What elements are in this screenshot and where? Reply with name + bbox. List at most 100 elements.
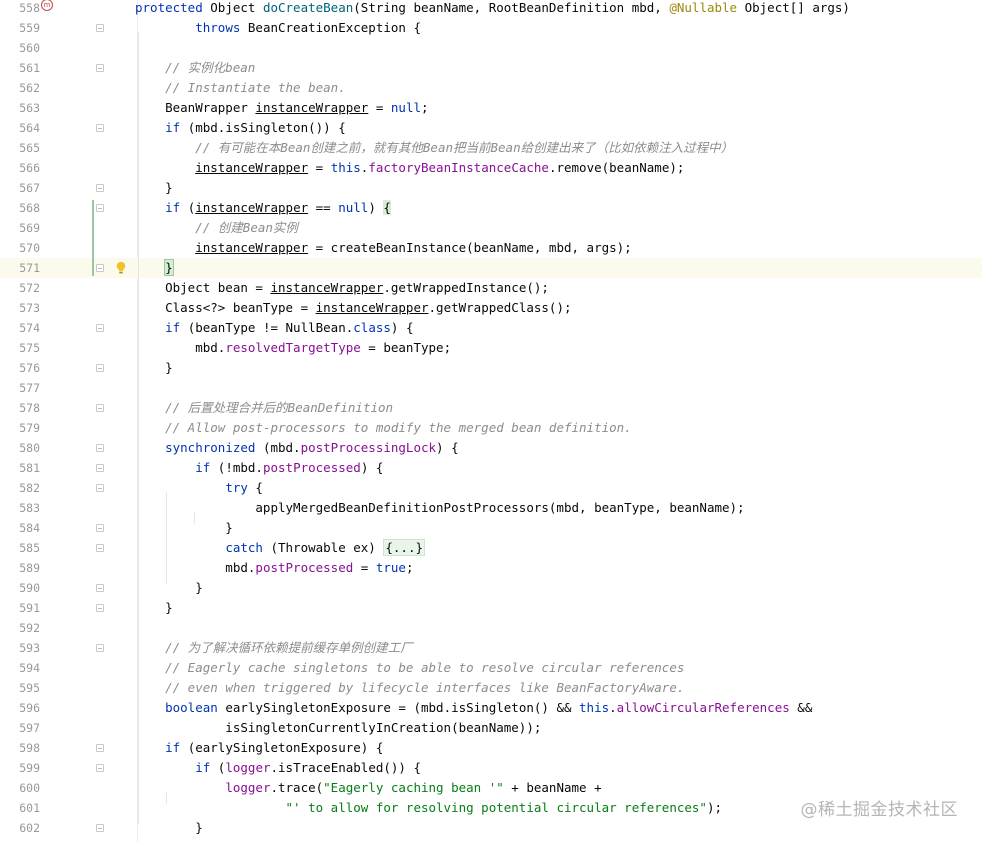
line-number[interactable]: 563	[0, 98, 40, 118]
code-text[interactable]: catch (Throwable ex) {...}	[135, 538, 426, 558]
line-number[interactable]: 574	[0, 318, 40, 338]
code-text[interactable]: }	[135, 518, 233, 538]
code-text[interactable]: if (beanType != NullBean.class) {	[135, 318, 413, 338]
code-text[interactable]: }	[135, 358, 173, 378]
override-method-icon[interactable]: m	[41, 0, 53, 11]
code-line[interactable]: 560	[0, 38, 982, 58]
code-text[interactable]: if (earlySingletonExposure) {	[135, 738, 383, 758]
code-line[interactable]: 571 }	[0, 258, 982, 278]
code-line[interactable]: 599 if (logger.isTraceEnabled()) {	[0, 758, 982, 778]
code-text[interactable]: try {	[135, 478, 263, 498]
code-text[interactable]: // 实例化bean	[135, 58, 255, 78]
code-line[interactable]: 589 mbd.postProcessed = true;	[0, 558, 982, 578]
line-number[interactable]: 579	[0, 418, 40, 438]
code-line[interactable]: 593 // 为了解决循环依赖提前缓存单例创建工厂	[0, 638, 982, 658]
code-text[interactable]: // 有可能在本Bean创建之前，就有其他Bean把当前Bean给创建出来了（比…	[135, 138, 733, 158]
fold-toggle-icon[interactable]	[96, 324, 104, 332]
code-text[interactable]: instanceWrapper = createBeanInstance(bea…	[135, 238, 632, 258]
code-text[interactable]: }	[135, 598, 173, 618]
code-line[interactable]: 558 m protected Object doCreateBean(String…	[0, 0, 982, 18]
code-text[interactable]: mbd.resolvedTargetType = beanType;	[135, 338, 451, 358]
code-line[interactable]: 597 isSingletonCurrentlyInCreation(beanN…	[0, 718, 982, 738]
fold-toggle-icon[interactable]	[96, 204, 104, 212]
fold-toggle-icon[interactable]	[96, 184, 104, 192]
code-line[interactable]: 591 }	[0, 598, 982, 618]
line-number[interactable]: 558	[0, 0, 40, 18]
line-number[interactable]: 602	[0, 818, 40, 838]
code-line[interactable]: 568 if (instanceWrapper == null) {	[0, 198, 982, 218]
code-line[interactable]: 574 if (beanType != NullBean.class) {	[0, 318, 982, 338]
line-number[interactable]: 575	[0, 338, 40, 358]
line-number[interactable]: 595	[0, 678, 40, 698]
code-line[interactable]: 564 if (mbd.isSingleton()) {	[0, 118, 982, 138]
code-line[interactable]: 566 instanceWrapper = this.factoryBeanIn…	[0, 158, 982, 178]
line-number[interactable]: 593	[0, 638, 40, 658]
line-number[interactable]: 592	[0, 618, 40, 638]
line-number[interactable]: 589	[0, 558, 40, 578]
line-number[interactable]: 594	[0, 658, 40, 678]
line-number[interactable]: 566	[0, 158, 40, 178]
code-text[interactable]: }	[135, 818, 203, 838]
code-line[interactable]: 598 if (earlySingletonExposure) {	[0, 738, 982, 758]
line-number[interactable]: 562	[0, 78, 40, 98]
line-number[interactable]: 559	[0, 18, 40, 38]
line-number[interactable]: 565	[0, 138, 40, 158]
code-line[interactable]: 594 // Eagerly cache singletons to be ab…	[0, 658, 982, 678]
code-line[interactable]: 581 if (!mbd.postProcessed) {	[0, 458, 982, 478]
fold-toggle-icon[interactable]	[96, 64, 104, 72]
code-text[interactable]: synchronized (mbd.postProcessingLock) {	[135, 438, 459, 458]
code-line[interactable]: 579 // Allow post-processors to modify t…	[0, 418, 982, 438]
code-line[interactable]: 573 Class<?> beanType = instanceWrapper.…	[0, 298, 982, 318]
code-text[interactable]: // 创建Bean实例	[135, 218, 298, 238]
code-text[interactable]: if (!mbd.postProcessed) {	[135, 458, 383, 478]
line-number[interactable]: 560	[0, 38, 40, 58]
code-line[interactable]: 561 // 实例化bean	[0, 58, 982, 78]
code-text[interactable]: if (logger.isTraceEnabled()) {	[135, 758, 421, 778]
line-number[interactable]: 569	[0, 218, 40, 238]
line-number[interactable]: 573	[0, 298, 40, 318]
line-number[interactable]: 584	[0, 518, 40, 538]
code-line[interactable]: 565 // 有可能在本Bean创建之前，就有其他Bean把当前Bean给创建出…	[0, 138, 982, 158]
fold-toggle-icon[interactable]	[96, 584, 104, 592]
code-text[interactable]: // 后置处理合并后的BeanDefinition	[135, 398, 393, 418]
code-text[interactable]: mbd.postProcessed = true;	[135, 558, 413, 578]
code-text[interactable]: protected Object doCreateBean(String bea…	[135, 0, 850, 18]
fold-toggle-icon[interactable]	[96, 484, 104, 492]
code-text[interactable]: throws BeanCreationException {	[135, 18, 421, 38]
code-line[interactable]: 570 instanceWrapper = createBeanInstance…	[0, 238, 982, 258]
code-text[interactable]: }	[135, 178, 173, 198]
code-text[interactable]: // 为了解决循环依赖提前缓存单例创建工厂	[135, 638, 413, 658]
code-text[interactable]: // Eagerly cache singletons to be able t…	[135, 658, 684, 678]
line-number[interactable]: 599	[0, 758, 40, 778]
code-line[interactable]: 595 // even when triggered by lifecycle …	[0, 678, 982, 698]
code-text[interactable]: // Instantiate the bean.	[135, 78, 346, 98]
fold-toggle-icon[interactable]	[96, 644, 104, 652]
code-text[interactable]: "' to allow for resolving potential circ…	[135, 798, 723, 818]
fold-toggle-icon[interactable]	[96, 524, 104, 532]
fold-toggle-icon[interactable]	[96, 124, 104, 132]
line-number[interactable]: 600	[0, 778, 40, 798]
line-number[interactable]: 564	[0, 118, 40, 138]
line-number[interactable]: 601	[0, 798, 40, 818]
code-line[interactable]: 562 // Instantiate the bean.	[0, 78, 982, 98]
line-number[interactable]: 567	[0, 178, 40, 198]
fold-toggle-icon[interactable]	[96, 744, 104, 752]
line-number[interactable]: 572	[0, 278, 40, 298]
line-number[interactable]: 598	[0, 738, 40, 758]
code-line[interactable]: 575 mbd.resolvedTargetType = beanType;	[0, 338, 982, 358]
fold-toggle-icon[interactable]	[96, 824, 104, 832]
fold-toggle-icon[interactable]	[96, 444, 104, 452]
line-number[interactable]: 570	[0, 238, 40, 258]
code-text[interactable]: Class<?> beanType = instanceWrapper.getW…	[135, 298, 571, 318]
fold-toggle-icon[interactable]	[96, 764, 104, 772]
code-line[interactable]: 583 applyMergedBeanDefinitionPostProcess…	[0, 498, 982, 518]
code-line[interactable]: 559 throws BeanCreationException {	[0, 18, 982, 38]
lightbulb-icon[interactable]	[116, 261, 126, 274]
line-number[interactable]: 561	[0, 58, 40, 78]
code-line[interactable]: 569 // 创建Bean实例	[0, 218, 982, 238]
code-line[interactable]: 567 }	[0, 178, 982, 198]
code-text[interactable]: if (instanceWrapper == null) {	[135, 198, 391, 218]
code-text[interactable]: applyMergedBeanDefinitionPostProcessors(…	[135, 498, 744, 518]
line-number[interactable]: 580	[0, 438, 40, 458]
line-number[interactable]: 576	[0, 358, 40, 378]
